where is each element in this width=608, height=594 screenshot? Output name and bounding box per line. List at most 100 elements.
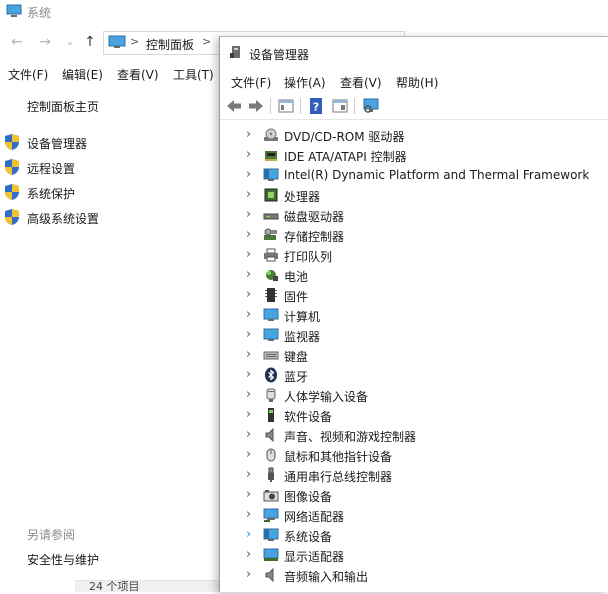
breadcrumb-separator[interactable]: > xyxy=(202,35,211,48)
tree-node-label: 电池 xyxy=(284,270,309,284)
expand-chevron-icon[interactable]: › xyxy=(246,287,256,303)
tree-node-label: 通用串行总线控制器 xyxy=(284,470,393,484)
tree-node-label: 网络适配器 xyxy=(284,510,345,524)
tree-node-computer[interactable]: › 计算机 xyxy=(220,305,608,325)
breadcrumb-separator[interactable]: > xyxy=(130,35,139,48)
tree-node-imaging-device[interactable]: › 图像设备 xyxy=(220,485,608,505)
tree-node-system-devices[interactable]: › 系统设备 xyxy=(220,525,608,545)
back-arrow-icon[interactable]: ← xyxy=(9,34,25,50)
breadcrumb-control-panel[interactable]: 控制面板 xyxy=(146,36,194,53)
system-window-title: 系统 xyxy=(27,6,52,20)
disk-drive-icon xyxy=(263,213,279,220)
device-manager-toolbar: ? xyxy=(220,93,608,120)
tree-node-keyboard[interactable]: › 键盘 xyxy=(220,345,608,365)
expand-chevron-icon[interactable]: › xyxy=(246,187,256,203)
tree-node-label: 音频输入和输出 xyxy=(284,570,369,584)
sidebar-link-label: 远程设置 xyxy=(27,162,76,176)
back-arrow-icon[interactable] xyxy=(225,97,243,115)
properties-icon[interactable] xyxy=(331,97,349,115)
menu-view[interactable]: 查看(V) xyxy=(117,66,159,83)
tree-node-audio-io[interactable]: › 音频输入和输出 xyxy=(220,565,608,585)
uac-shield-icon xyxy=(5,134,19,150)
recent-locations-chevron-icon[interactable]: ⌄ xyxy=(62,34,78,50)
tree-node-label: 打印队列 xyxy=(284,250,333,264)
tree-node-label: Intel(R) Dynamic Platform and Thermal Fr… xyxy=(284,168,590,182)
tree-node-bluetooth[interactable]: › 蓝牙 xyxy=(220,365,608,385)
tree-node-hid[interactable]: › 人体学输入设备 xyxy=(220,385,608,405)
tree-node-print-queue[interactable]: › 打印队列 xyxy=(220,245,608,265)
expand-chevron-icon[interactable]: › xyxy=(246,527,256,543)
tree-node-label: DVD/CD-ROM 驱动器 xyxy=(284,130,405,144)
tree-node-storage-controller[interactable]: › 存储控制器 xyxy=(220,225,608,245)
monitor-icon xyxy=(263,328,279,341)
expand-chevron-icon[interactable]: › xyxy=(246,487,256,503)
keyboard-icon xyxy=(263,351,279,360)
expand-chevron-icon[interactable]: › xyxy=(246,247,256,263)
tree-node-processor[interactable]: › 处理器 xyxy=(220,185,608,205)
tree-node-firmware[interactable]: › 固件 xyxy=(220,285,608,305)
toolbar-separator xyxy=(354,98,355,114)
forward-arrow-icon[interactable]: → xyxy=(37,34,53,50)
tree-node-label: 蓝牙 xyxy=(284,370,309,384)
menu-file[interactable]: 文件(F) xyxy=(8,66,48,83)
menu-edit[interactable]: 编辑(E) xyxy=(62,66,103,83)
usb-icon xyxy=(268,467,274,482)
expand-chevron-icon[interactable]: › xyxy=(246,267,256,283)
expand-chevron-icon[interactable]: › xyxy=(246,127,256,143)
tree-node-network-adapter[interactable]: › 网络适配器 xyxy=(220,505,608,525)
expand-chevron-icon[interactable]: › xyxy=(246,167,256,183)
see-also-heading: 另请参阅 xyxy=(27,528,76,542)
expand-chevron-icon[interactable]: › xyxy=(246,367,256,383)
dm-menu-action[interactable]: 操作(A) xyxy=(284,74,326,91)
tree-node-monitor[interactable]: › 监视器 xyxy=(220,325,608,345)
tree-node-battery[interactable]: › 电池 xyxy=(220,265,608,285)
sidebar-link-label: 系统保护 xyxy=(27,187,76,201)
tree-node-display-adapter[interactable]: › 显示适配器 xyxy=(220,545,608,565)
tree-node-dvd-cdrom[interactable]: › DVD/CD-ROM 驱动器 xyxy=(220,125,608,145)
camera-icon xyxy=(263,490,279,502)
help-icon[interactable]: ? xyxy=(307,97,325,115)
show-hide-console-tree-icon[interactable] xyxy=(277,97,295,115)
expand-chevron-icon[interactable]: › xyxy=(246,307,256,323)
sidebar-link-label: 高级系统设置 xyxy=(27,212,100,226)
device-manager-titlebar[interactable]: 设备管理器 xyxy=(220,37,608,67)
expand-chevron-icon[interactable]: › xyxy=(246,327,256,343)
software-device-icon xyxy=(268,408,274,422)
tree-node-mouse[interactable]: › 鼠标和其他指针设备 xyxy=(220,445,608,465)
tree-node-ide-controller[interactable]: › IDE ATA/ATAPI 控制器 xyxy=(220,145,608,165)
menu-tools[interactable]: 工具(T) xyxy=(173,66,214,83)
tree-node-software-device[interactable]: › 软件设备 xyxy=(220,405,608,425)
tree-node-disk-drive[interactable]: › 磁盘驱动器 xyxy=(220,205,608,225)
scan-hardware-monitor-icon[interactable] xyxy=(362,97,380,115)
tree-node-sound-video-game[interactable]: › 声音、视频和游戏控制器 xyxy=(220,425,608,445)
expand-chevron-icon[interactable]: › xyxy=(246,507,256,523)
control-panel-home-link[interactable]: 控制面板主页 xyxy=(27,98,99,115)
tree-node-label: 鼠标和其他指针设备 xyxy=(284,450,393,464)
expand-chevron-icon[interactable]: › xyxy=(246,347,256,363)
expand-chevron-icon[interactable]: › xyxy=(246,547,256,563)
expand-chevron-icon[interactable]: › xyxy=(246,387,256,403)
expand-chevron-icon[interactable]: › xyxy=(246,427,256,443)
computer-icon xyxy=(263,308,279,321)
tree-node-label: 固件 xyxy=(284,290,309,304)
dm-menu-help[interactable]: 帮助(H) xyxy=(396,74,438,91)
security-maintenance-link[interactable]: 安全性与维护 xyxy=(27,551,99,568)
up-arrow-icon[interactable]: ↑ xyxy=(82,34,98,50)
tree-node-usb-controller[interactable]: › 通用串行总线控制器 xyxy=(220,465,608,485)
disc-drive-icon xyxy=(264,128,278,141)
expand-chevron-icon[interactable]: › xyxy=(246,447,256,463)
tree-node-label: 存储控制器 xyxy=(284,230,345,244)
expand-chevron-icon[interactable]: › xyxy=(246,207,256,223)
device-tree: › DVD/CD-ROM 驱动器 › IDE ATA/ATAPI 控制器 › I… xyxy=(220,121,608,592)
dm-menu-view[interactable]: 查看(V) xyxy=(340,74,382,91)
expand-chevron-icon[interactable]: › xyxy=(246,407,256,423)
dm-menu-file[interactable]: 文件(F) xyxy=(231,74,271,91)
system-sidebar: 控制面板主页 设备管理器 远程设置 系统保护 高级系统设置 另请参阅 安全性与维… xyxy=(0,88,220,591)
device-manager-menubar: 文件(F) 操作(A) 查看(V) 帮助(H) xyxy=(220,71,608,93)
expand-chevron-icon[interactable]: › xyxy=(246,227,256,243)
tree-node-intel-dptf[interactable]: › Intel(R) Dynamic Platform and Thermal … xyxy=(220,165,608,185)
forward-arrow-icon[interactable] xyxy=(247,97,265,115)
expand-chevron-icon[interactable]: › xyxy=(246,147,256,163)
expand-chevron-icon[interactable]: › xyxy=(246,567,256,583)
expand-chevron-icon[interactable]: › xyxy=(246,467,256,483)
